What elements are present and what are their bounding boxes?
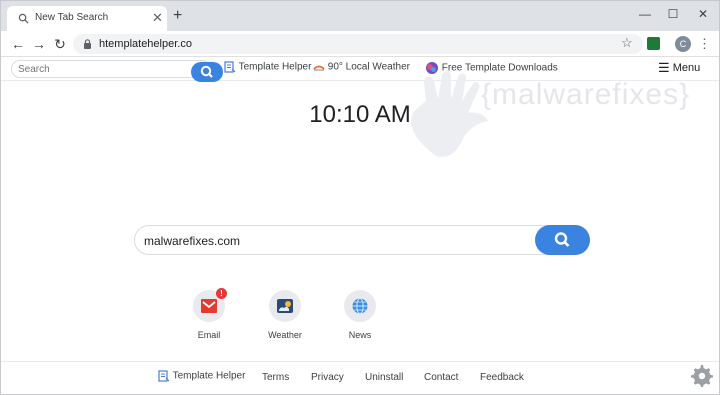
link-template-helper-label: Template Helper: [238, 61, 312, 73]
address-bar[interactable]: htemplatehelper.co ☆: [73, 34, 643, 54]
shortcut-email[interactable]: ! Email: [179, 288, 239, 340]
shortcut-weather[interactable]: Weather: [255, 290, 315, 340]
page-menu-button[interactable]: ☰ Menu: [658, 60, 700, 76]
footer-link-template-helper[interactable]: Template Helper: [158, 370, 245, 382]
clock: 10:10 AM: [309, 101, 411, 128]
footer-link-terms[interactable]: Terms: [262, 372, 289, 383]
main-search-input[interactable]: [144, 232, 524, 250]
close-window-button[interactable]: ✕: [691, 5, 715, 23]
header-search-input[interactable]: [18, 62, 178, 76]
footer-template-helper-label: Template Helper: [172, 370, 246, 382]
tab-strip: New Tab Search ✕ + — ☐ ✕: [1, 1, 719, 31]
search-icon: [554, 232, 570, 247]
menu-label: Menu: [672, 62, 701, 74]
back-icon[interactable]: ←: [9, 35, 27, 53]
minimize-button[interactable]: —: [633, 5, 657, 23]
notification-badge: !: [216, 288, 227, 299]
weather-icon: [277, 299, 293, 313]
header-search-button[interactable]: [191, 62, 223, 82]
lock-icon: [84, 39, 91, 49]
header-search: [11, 60, 223, 82]
tab-new-tab-search[interactable]: New Tab Search ✕: [7, 6, 167, 31]
search-icon: [200, 65, 213, 78]
bookmark-star-icon[interactable]: ☆: [621, 35, 633, 51]
maximize-button[interactable]: ☐: [661, 5, 685, 23]
hamburger-icon: ☰: [658, 60, 670, 75]
url-text: htemplatehelper.co: [99, 38, 192, 50]
tab-title: New Tab Search: [35, 12, 109, 23]
page-footer: Template Helper Terms Privacy Uninstall …: [1, 361, 719, 394]
news-shortcut-circle: [344, 290, 376, 322]
close-icon[interactable]: ✕: [152, 10, 163, 26]
new-tab-button[interactable]: +: [173, 8, 182, 24]
shortcut-news-label: News: [348, 330, 372, 340]
footer-link-contact[interactable]: Contact: [424, 372, 458, 383]
browser-menu-icon[interactable]: ⋮: [698, 36, 711, 52]
footer-link-privacy[interactable]: Privacy: [311, 372, 344, 383]
browser-toolbar: ← → ↻ htemplatehelper.co ☆ C ⋮: [1, 31, 719, 57]
globe-icon: [352, 298, 368, 314]
shortcut-email-label: Email: [197, 330, 221, 340]
shortcut-weather-label: Weather: [268, 330, 302, 340]
template-icon: [224, 61, 236, 73]
gear-icon[interactable]: [690, 365, 714, 389]
footer-link-uninstall[interactable]: Uninstall: [365, 372, 403, 383]
shortcut-news[interactable]: News: [330, 290, 390, 340]
template-icon: [158, 370, 170, 382]
footer-link-feedback[interactable]: Feedback: [480, 372, 524, 383]
search-icon: [18, 13, 29, 24]
main-search-button[interactable]: [535, 225, 590, 255]
extension-icon[interactable]: [647, 37, 660, 50]
weather-shortcut-circle: [269, 290, 301, 322]
weather-icon: [313, 65, 325, 71]
email-shortcut-circle: !: [193, 288, 227, 322]
reload-icon[interactable]: ↻: [51, 35, 69, 53]
forward-icon[interactable]: →: [30, 35, 48, 53]
browser-window: New Tab Search ✕ + — ☐ ✕ ← → ↻ htemplate…: [0, 0, 720, 395]
link-template-helper[interactable]: Template Helper: [224, 61, 311, 73]
main-search: [134, 225, 590, 255]
profile-avatar[interactable]: C: [675, 36, 691, 52]
